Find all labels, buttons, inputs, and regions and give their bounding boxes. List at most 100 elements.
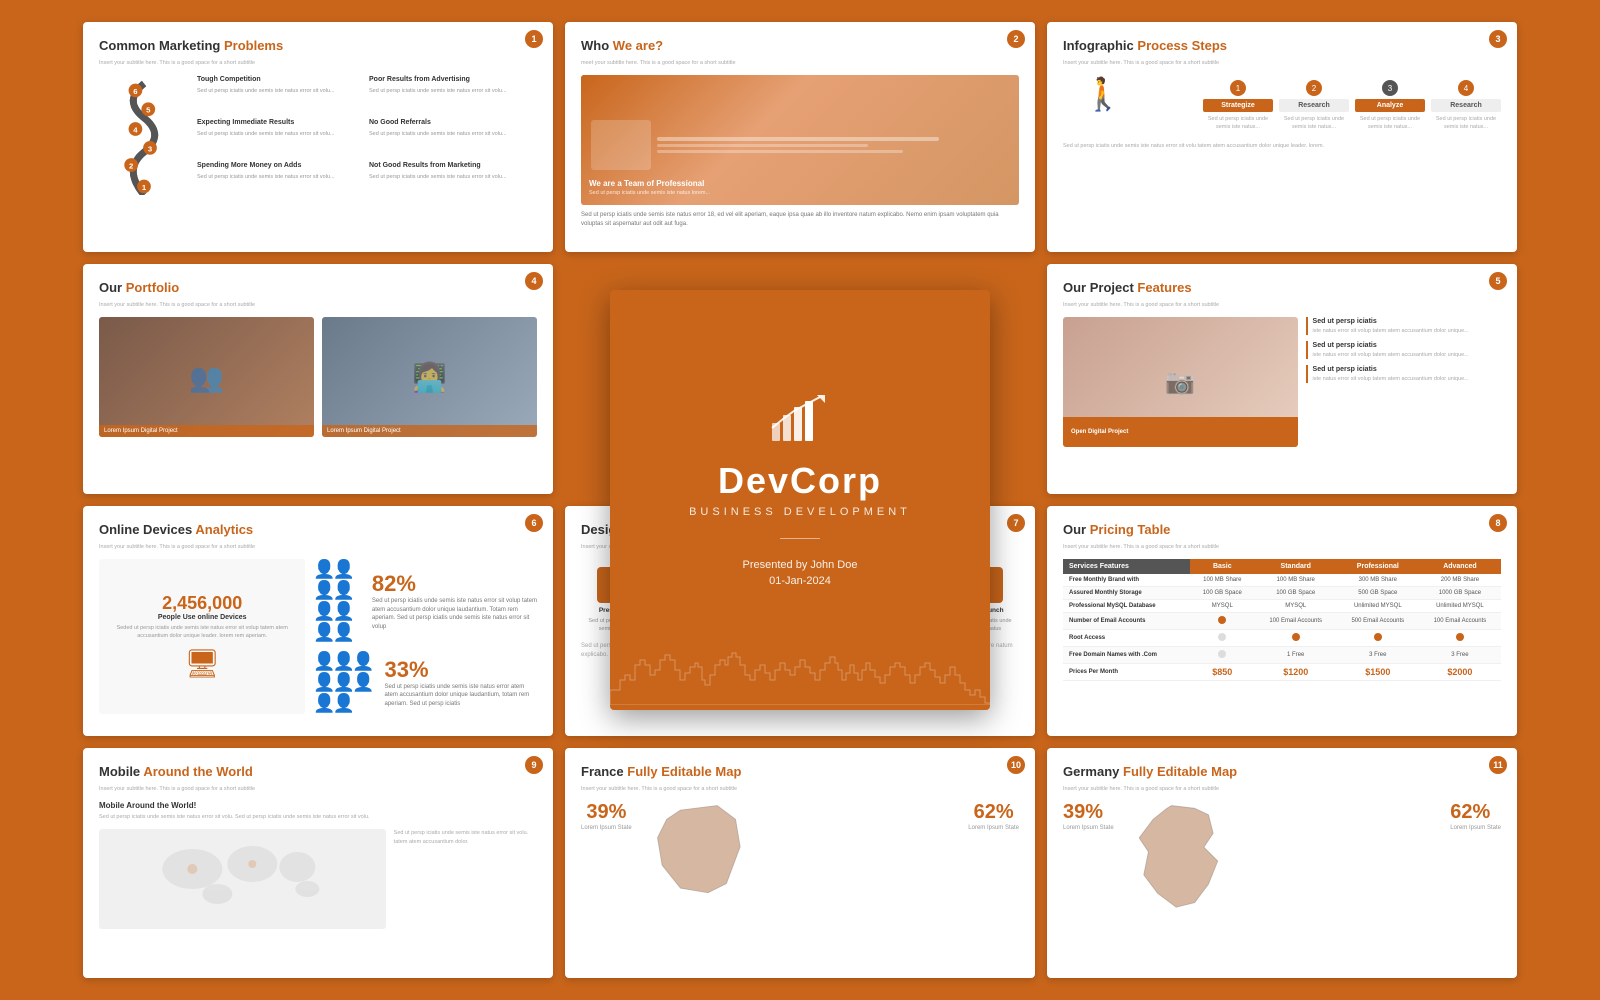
- slide-10-subtitle: Insert your subtitle here. This is a goo…: [581, 785, 1019, 793]
- slide-2-title: Who We are?: [581, 38, 1019, 55]
- france-label-2: Lorem Ipsum State: [968, 824, 1019, 833]
- devcorp-brand-name: DevCorp: [718, 460, 882, 502]
- devcorp-logo-icon: [770, 393, 830, 448]
- table-row: Professional MySQL Database MYSQL MYSQL …: [1063, 600, 1501, 613]
- germany-map-shape: [1130, 801, 1435, 926]
- feature-image-area: 📷 Open Digital Project: [1063, 317, 1298, 447]
- france-map-content: 39% Lorem Ipsum State 62% Lorem Ipsum St…: [581, 801, 1019, 916]
- col-header-professional: Professional: [1337, 559, 1419, 574]
- stat-row-2: 👤👤👤👤👤👤👤👤 33% Sed ut persp iciatis unde s…: [313, 651, 537, 714]
- slide-9-map-area: Sed ut persp iciatis unde semis iste nat…: [99, 829, 537, 929]
- table-row: Root Access: [1063, 630, 1501, 647]
- slide-number-8: 8: [1489, 514, 1507, 532]
- feature-item-1: Sed ut persp iciatis iste natus error si…: [1306, 317, 1501, 335]
- world-map-placeholder: [99, 829, 386, 929]
- slide-11[interactable]: 11 Germany Fully Editable Map Insert you…: [1047, 748, 1517, 978]
- city-skyline: [610, 645, 990, 710]
- portfolio-images: 👥 Lorem Ipsum Digital Project 👩‍💻 Lorem …: [99, 317, 537, 437]
- slide-2[interactable]: 2 Who We are? meet your subtitle here. T…: [565, 22, 1035, 252]
- big-label: People Use online Devices: [158, 614, 247, 621]
- slide-1[interactable]: 1 Common Marketing Problems Insert your …: [83, 22, 553, 252]
- slide-number-4: 4: [525, 272, 543, 290]
- table-row: Assured Monthly Storage 100 GB Space 100…: [1063, 587, 1501, 600]
- svg-text:3: 3: [148, 144, 152, 153]
- svg-text:2: 2: [129, 162, 133, 171]
- col-header-basic: Basic: [1190, 559, 1255, 574]
- slide-4-title: Our Portfolio: [99, 280, 537, 297]
- slide-9-title: Mobile Around the World: [99, 764, 537, 781]
- col-header-standard: Standard: [1255, 559, 1337, 574]
- germany-label-1: Lorem Ipsum State: [1063, 824, 1114, 833]
- slide-2-overlay-text: We are a Team of Professional: [589, 179, 1011, 189]
- slide-number-11: 11: [1489, 756, 1507, 774]
- slide-3[interactable]: 3 Infographic Process Steps Insert your …: [1047, 22, 1517, 252]
- table-row: Number of Email Accounts 100 Email Accou…: [1063, 613, 1501, 630]
- slide-2-image: We are a Team of Professional Sed ut per…: [581, 75, 1019, 205]
- france-map-shape: [648, 801, 953, 916]
- france-stat-1: 39% Lorem Ipsum State: [581, 801, 632, 833]
- slide-number-3: 3: [1489, 30, 1507, 48]
- col-header-feature: Services Features: [1063, 559, 1190, 574]
- germany-map-content: 39% Lorem Ipsum State 62% Lorem Ipsum St…: [1063, 801, 1501, 926]
- slide-2-subtitle: meet your subtitle here. This is a good …: [581, 59, 1019, 67]
- slide-9-body: Sed ut persp iciatis unde semis iste nat…: [99, 813, 537, 821]
- slide-9[interactable]: 9 Mobile Around the World Insert your su…: [83, 748, 553, 978]
- slide-8-title: Our Pricing Table: [1063, 522, 1501, 539]
- stat-pct-2: 33%: [385, 657, 538, 683]
- big-number: 2,456,000: [162, 593, 242, 614]
- slide-number-6: 6: [525, 514, 543, 532]
- slide-10-title: France Fully Editable Map: [581, 764, 1019, 781]
- feature-content: 📷 Open Digital Project Sed ut persp icia…: [1063, 317, 1501, 447]
- feature-item-3: Sed ut persp iciatis iste natus error si…: [1306, 365, 1501, 383]
- portfolio-image-1: 👥 Lorem Ipsum Digital Project: [99, 317, 314, 437]
- stat-pct-1: 82%: [372, 571, 537, 597]
- slide-number-1: 1: [525, 30, 543, 48]
- france-label-1: Lorem Ipsum State: [581, 824, 632, 833]
- slide-5[interactable]: 5 Our Project Features Insert your subti…: [1047, 264, 1517, 494]
- slide-6-subtitle: Insert your subtitle here. This is a goo…: [99, 543, 537, 551]
- table-price-row: Prices Per Month $850 $1200 $1500 $2000: [1063, 664, 1501, 681]
- problem-6: Not Good Results from Marketing Sed ut p…: [369, 161, 537, 200]
- slide-9-subtitle: Insert your subtitle here. This is a goo…: [99, 785, 537, 793]
- slide-number-2: 2: [1007, 30, 1025, 48]
- problem-5: Spending More Money on Adds Sed ut persp…: [197, 161, 365, 200]
- monitor-icon: 🖥: [184, 647, 220, 680]
- germany-stat-2: 62% Lorem Ipsum State: [1450, 801, 1501, 833]
- devcorp-date: 01-Jan-2024: [769, 575, 831, 587]
- slide-6[interactable]: 6 Online Devices Analytics Insert your s…: [83, 506, 553, 736]
- analytics-content: 2,456,000 People Use online Devices Sede…: [99, 559, 537, 714]
- analytics-left-panel: 2,456,000 People Use online Devices Sede…: [99, 559, 305, 714]
- svg-text:1: 1: [142, 183, 147, 192]
- slide-3-subtitle: Insert your subtitle here. This is a goo…: [1063, 59, 1501, 67]
- slide-number-9: 9: [525, 756, 543, 774]
- svg-text:5: 5: [146, 106, 151, 115]
- table-row: Free Monthly Brand with 100 MB Share 100…: [1063, 574, 1501, 587]
- devcorp-tagline: Business Development: [689, 506, 911, 518]
- stat-desc-1: Sed ut persp iciatis unde semis iste nat…: [372, 597, 537, 631]
- slide-6-title: Online Devices Analytics: [99, 522, 537, 539]
- slide-11-subtitle: Insert your subtitle here. This is a goo…: [1063, 785, 1501, 793]
- slide-10[interactable]: 10 France Fully Editable Map Insert your…: [565, 748, 1035, 978]
- slide-2-body: Sed ut persp iciatis unde semis iste nat…: [581, 211, 1019, 229]
- slide-8-subtitle: Insert your subtitle here. This is a goo…: [1063, 543, 1501, 551]
- problems-list: Tough Competition Sed ut persp iciatis u…: [197, 75, 537, 200]
- feature-item-2: Sed ut persp iciatis iste natus error si…: [1306, 341, 1501, 359]
- problem-1: Tough Competition Sed ut persp iciatis u…: [197, 75, 365, 114]
- problem-3: Expecting Immediate Results Sed ut persp…: [197, 118, 365, 157]
- problem-2: Poor Results from Advertising Sed ut per…: [369, 75, 537, 114]
- france-pct-2: 62%: [968, 801, 1019, 824]
- analytics-small-desc: Seded ut persp iciatis unde semis iste n…: [109, 625, 295, 640]
- france-pct-1: 39%: [581, 801, 632, 824]
- slide-number-5: 5: [1489, 272, 1507, 290]
- slide-3-title: Infographic Process Steps: [1063, 38, 1501, 55]
- feature-image: 📷 Open Digital Project: [1063, 317, 1298, 447]
- germany-pct-1: 39%: [1063, 801, 1114, 824]
- slide-number-10: 10: [1007, 756, 1025, 774]
- slide-8[interactable]: 8 Our Pricing Table Insert your subtitle…: [1047, 506, 1517, 736]
- slide-number-7: 7: [1007, 514, 1025, 532]
- slide-4-subtitle: Insert your subtitle here. This is a goo…: [99, 301, 537, 309]
- slide-4[interactable]: 4 Our Portfolio Insert your subtitle her…: [83, 264, 553, 494]
- people-icons-1: 👤👤👤👤👤👤👤👤: [313, 559, 366, 643]
- slide-3-desc: Sed ut persp iciatis unde semis iste nat…: [1063, 142, 1501, 150]
- portfolio-caption-2: Lorem Ipsum Digital Project: [322, 425, 537, 437]
